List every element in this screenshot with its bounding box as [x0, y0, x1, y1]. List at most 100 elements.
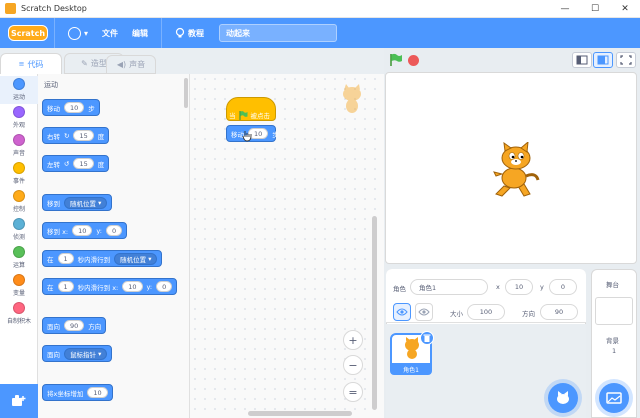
eye-open-icon: [396, 308, 408, 316]
block-turn-left[interactable]: 左转 ↺ 15 度: [42, 155, 110, 172]
y-label: y: [540, 283, 544, 291]
block-change-x[interactable]: 将x坐标增加 10: [42, 384, 113, 401]
block-input[interactable]: 90: [64, 320, 85, 331]
cat-thumbnail-icon: [405, 337, 419, 359]
workspace-vertical-scrollbar[interactable]: [372, 216, 377, 410]
green-flag-button[interactable]: [389, 53, 403, 67]
looks-dot-icon: [13, 106, 25, 118]
scratch-logo[interactable]: Scratch: [8, 25, 48, 41]
minimize-button[interactable]: —: [550, 0, 580, 18]
block-input[interactable]: 10: [87, 387, 108, 398]
block-glide-to[interactable]: 在 1 秒内滑行到 随机位置 ▾: [42, 250, 163, 267]
speaker-icon: ◀): [116, 60, 127, 69]
tab-code[interactable]: ≡ 代码: [0, 53, 62, 74]
category-variables[interactable]: 变量: [0, 272, 38, 300]
globe-icon: [68, 26, 81, 40]
cat-sprite[interactable]: [490, 142, 542, 198]
rotate-right-icon: ↻: [64, 131, 70, 140]
backdrops-label: 背景: [606, 337, 619, 345]
edit-menu[interactable]: 编辑: [132, 28, 148, 39]
zoom-reset-icon: =: [348, 385, 358, 399]
variables-dot-icon: [13, 274, 25, 286]
language-menu[interactable]: ▾: [68, 26, 88, 40]
dropdown-value: 随机位置: [120, 255, 147, 264]
category-control[interactable]: 控制: [0, 188, 38, 216]
project-title-input[interactable]: 动起来: [219, 24, 338, 42]
choose-sprite-button[interactable]: [548, 383, 578, 413]
sprite-name-label: 角色: [393, 285, 406, 293]
block-input[interactable]: 1: [57, 253, 74, 264]
block-glide-xy[interactable]: 在 1 秒内滑行到 x: 10 y: 0: [42, 278, 178, 295]
category-looks[interactable]: 外观: [0, 104, 38, 132]
block-input[interactable]: 10: [64, 102, 85, 113]
choose-backdrop-button[interactable]: [599, 383, 629, 413]
delete-sprite-button[interactable]: [420, 331, 434, 345]
block-goto-xy[interactable]: 移到 x: 10 y: 0: [42, 222, 128, 239]
size-input[interactable]: 100: [467, 304, 505, 320]
category-operators[interactable]: 运算: [0, 244, 38, 272]
category-motion[interactable]: 运动: [0, 76, 38, 104]
block-input[interactable]: 10: [122, 281, 143, 292]
show-sprite-button[interactable]: [393, 303, 411, 321]
backdrop-add-icon: [606, 392, 622, 404]
block-input[interactable]: 0: [156, 281, 173, 292]
block-move-steps[interactable]: 移动 10 步: [42, 99, 100, 116]
menu-bar: Scratch ▾ 文件 编辑 教程 动起来: [0, 18, 640, 48]
tab-sounds[interactable]: ◀) 声音: [106, 55, 156, 74]
events-dot-icon: [13, 162, 25, 174]
block-input[interactable]: 0: [105, 225, 123, 236]
category-label: 自制积木: [6, 318, 31, 325]
block-dropdown[interactable]: 随机位置 ▾: [114, 252, 158, 265]
window-controls: — ☐ ✕: [550, 0, 640, 18]
palette-scrollbar[interactable]: [184, 78, 188, 108]
block-input[interactable]: 10: [72, 225, 93, 236]
extension-icon: [12, 395, 26, 406]
block-input[interactable]: 15: [73, 130, 94, 141]
block-dropdown[interactable]: 鼠标指针 ▾: [64, 347, 108, 360]
block-text: y:: [146, 282, 153, 291]
zoom-out-button[interactable]: −: [343, 355, 363, 375]
block-input[interactable]: 1: [57, 281, 74, 292]
zoom-in-button[interactable]: +: [343, 330, 363, 350]
block-text: 度: [97, 160, 105, 169]
category-sound[interactable]: 声音: [0, 132, 38, 160]
fullscreen-icon: [620, 55, 632, 65]
block-turn-right[interactable]: 右转 ↻ 15 度: [42, 127, 110, 144]
stage-thumbnail[interactable]: [595, 297, 633, 325]
window-title: Scratch Desktop: [21, 4, 87, 13]
block-point-towards[interactable]: 面向 鼠标指针 ▾: [42, 345, 113, 362]
category-my-blocks[interactable]: 自制积木: [0, 300, 38, 328]
cat-add-icon: [557, 391, 569, 404]
block-text: 面向: [47, 322, 60, 331]
block-text: 在: [47, 283, 54, 292]
tutorials-menu[interactable]: 教程: [175, 27, 204, 39]
maximize-button[interactable]: ☐: [580, 0, 610, 18]
add-extension-button[interactable]: [0, 384, 38, 418]
file-menu[interactable]: 文件: [102, 28, 118, 39]
code-icon: ≡: [18, 60, 25, 68]
block-text: 在: [47, 255, 54, 264]
close-button[interactable]: ✕: [610, 0, 640, 18]
block-point-direction[interactable]: 面向 90 方向: [42, 317, 107, 334]
size-label: 大小: [450, 310, 463, 318]
sprite-thumbnail-label: 角色1: [390, 363, 432, 375]
hand-cursor-icon: [242, 131, 252, 142]
category-events[interactable]: 事件: [0, 160, 38, 188]
block-goto[interactable]: 移到 随机位置 ▾: [42, 194, 113, 211]
direction-input[interactable]: 90: [540, 304, 578, 320]
block-dropdown[interactable]: 随机位置 ▾: [64, 196, 108, 209]
y-input[interactable]: 0: [549, 279, 577, 295]
hide-sprite-button[interactable]: [415, 303, 433, 321]
x-input[interactable]: 10: [505, 279, 533, 295]
fullscreen-button[interactable]: [616, 52, 636, 68]
block-input[interactable]: 15: [73, 158, 94, 169]
sprite-name-input[interactable]: 角色1: [410, 279, 488, 295]
stop-button[interactable]: [408, 55, 419, 66]
zoom-reset-button[interactable]: =: [343, 382, 363, 402]
category-sensing[interactable]: 侦测: [0, 216, 38, 244]
large-stage-button[interactable]: [593, 52, 613, 68]
category-label: 运算: [12, 262, 25, 269]
workspace-horizontal-scrollbar[interactable]: [248, 411, 352, 416]
window-titlebar: Scratch Desktop — ☐ ✕: [0, 0, 640, 18]
small-stage-button[interactable]: [572, 52, 592, 68]
